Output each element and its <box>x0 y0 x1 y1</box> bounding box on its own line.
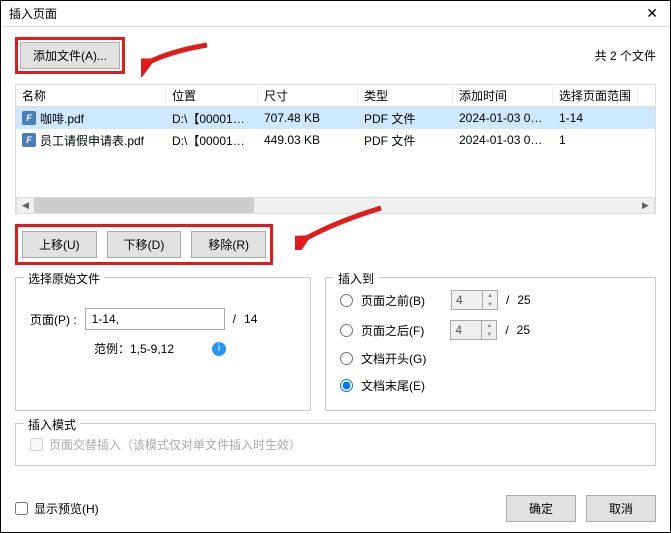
file-type: PDF 文件 <box>358 132 453 149</box>
pdf-file-icon: F <box>22 133 36 147</box>
annotation-arrow-icon <box>295 204 385 250</box>
move-down-button[interactable]: 下移(D) <box>107 231 182 258</box>
radio-doc-end[interactable] <box>340 379 353 392</box>
chevron-up-icon[interactable]: ▲ <box>483 291 497 300</box>
radio-after[interactable] <box>340 324 353 337</box>
table-header: 名称 位置 尺寸 类型 添加时间 选择页面范围 <box>16 85 655 107</box>
alternate-checkbox <box>30 438 43 451</box>
insert-fieldset: 插入到 页面之前(B) ▲▼ / 25 页面之后(F) ▲▼ / 25 文档开头… <box>325 277 656 411</box>
radio-doc-start[interactable] <box>340 352 353 365</box>
scroll-right-icon[interactable]: ▶ <box>637 198 654 213</box>
radio-before-label: 页面之前(B) <box>361 292 425 309</box>
file-size: 707.48 KB <box>258 111 358 125</box>
radio-before[interactable] <box>340 294 353 307</box>
scroll-thumb[interactable] <box>34 198 254 213</box>
mode-fieldset: 插入模式 页面交替插入（该模式仅对单文件插入时生效） <box>15 423 656 466</box>
col-time[interactable]: 添加时间 <box>453 87 553 104</box>
source-legend: 选择原始文件 <box>24 270 104 287</box>
file-range: 1-14 <box>553 111 638 125</box>
file-table: 名称 位置 尺寸 类型 添加时间 选择页面范围 F 咖啡.pdf D:\【0000… <box>15 84 656 214</box>
highlight-buttons: 上移(U) 下移(D) 移除(R) <box>15 224 273 265</box>
info-icon[interactable]: i <box>212 342 226 356</box>
col-location[interactable]: 位置 <box>166 87 258 104</box>
ok-button[interactable]: 确定 <box>506 495 576 522</box>
file-name: 咖啡.pdf <box>40 110 84 127</box>
page-range-input[interactable] <box>85 308 225 330</box>
col-range[interactable]: 选择页面范围 <box>553 87 638 104</box>
dialog-title: 插入页面 <box>9 5 642 22</box>
before-page-stepper[interactable]: ▲▼ <box>451 290 498 310</box>
file-time: 2024-01-03 01:... <box>453 111 553 125</box>
before-total: 25 <box>517 293 530 307</box>
chevron-up-icon[interactable]: ▲ <box>482 321 496 330</box>
col-size[interactable]: 尺寸 <box>258 87 358 104</box>
alternate-label: 页面交替插入（该模式仅对单文件插入时生效） <box>49 436 301 453</box>
col-name[interactable]: 名称 <box>16 87 166 104</box>
highlight-add-file: 添加文件(A)... <box>15 37 125 74</box>
file-size: 449.03 KB <box>258 133 358 147</box>
annotation-arrow-icon <box>141 41 211 77</box>
insert-legend: 插入到 <box>334 270 378 287</box>
cancel-button[interactable]: 取消 <box>586 495 656 522</box>
radio-doc-start-label: 文档开头(G) <box>361 350 426 367</box>
chevron-down-icon[interactable]: ▼ <box>483 300 497 309</box>
sep: / <box>506 293 509 307</box>
file-count-label: 共 2 个文件 <box>595 47 656 64</box>
after-total: 25 <box>517 323 530 337</box>
file-range: 1 <box>553 133 638 147</box>
table-row[interactable]: F 员工请假申请表.pdf D:\【00001】... 449.03 KB PDF… <box>16 129 655 151</box>
scroll-left-icon[interactable]: ◀ <box>17 198 34 213</box>
preview-checkbox[interactable] <box>15 502 28 515</box>
sep: / <box>505 323 508 337</box>
pdf-file-icon: F <box>22 111 36 125</box>
page-label: 页面(P) : <box>30 311 77 328</box>
col-type[interactable]: 类型 <box>358 87 453 104</box>
table-row[interactable]: F 咖啡.pdf D:\【00001】... 707.48 KB PDF 文件 2… <box>16 107 655 129</box>
page-sep: / <box>233 312 236 326</box>
page-total: 14 <box>244 312 257 326</box>
radio-after-label: 页面之后(F) <box>361 322 424 339</box>
add-file-button[interactable]: 添加文件(A)... <box>20 42 120 69</box>
file-time: 2024-01-03 01:... <box>453 133 553 147</box>
example-label: 范例：1,5-9,12 <box>94 340 174 357</box>
after-page-stepper[interactable]: ▲▼ <box>450 320 497 340</box>
preview-label: 显示预览(H) <box>34 500 99 517</box>
file-location: D:\【00001】... <box>166 132 258 149</box>
move-up-button[interactable]: 上移(U) <box>22 231 97 258</box>
radio-doc-end-label: 文档末尾(E) <box>361 377 425 394</box>
close-icon[interactable]: ✕ <box>642 5 662 22</box>
file-name: 员工请假申请表.pdf <box>40 132 144 149</box>
file-type: PDF 文件 <box>358 110 453 127</box>
remove-button[interactable]: 移除(R) <box>191 231 266 258</box>
file-location: D:\【00001】... <box>166 110 258 127</box>
chevron-down-icon[interactable]: ▼ <box>482 330 496 339</box>
mode-legend: 插入模式 <box>24 416 80 433</box>
source-fieldset: 选择原始文件 页面(P) : / 14 范例：1,5-9,12 i <box>15 277 311 411</box>
